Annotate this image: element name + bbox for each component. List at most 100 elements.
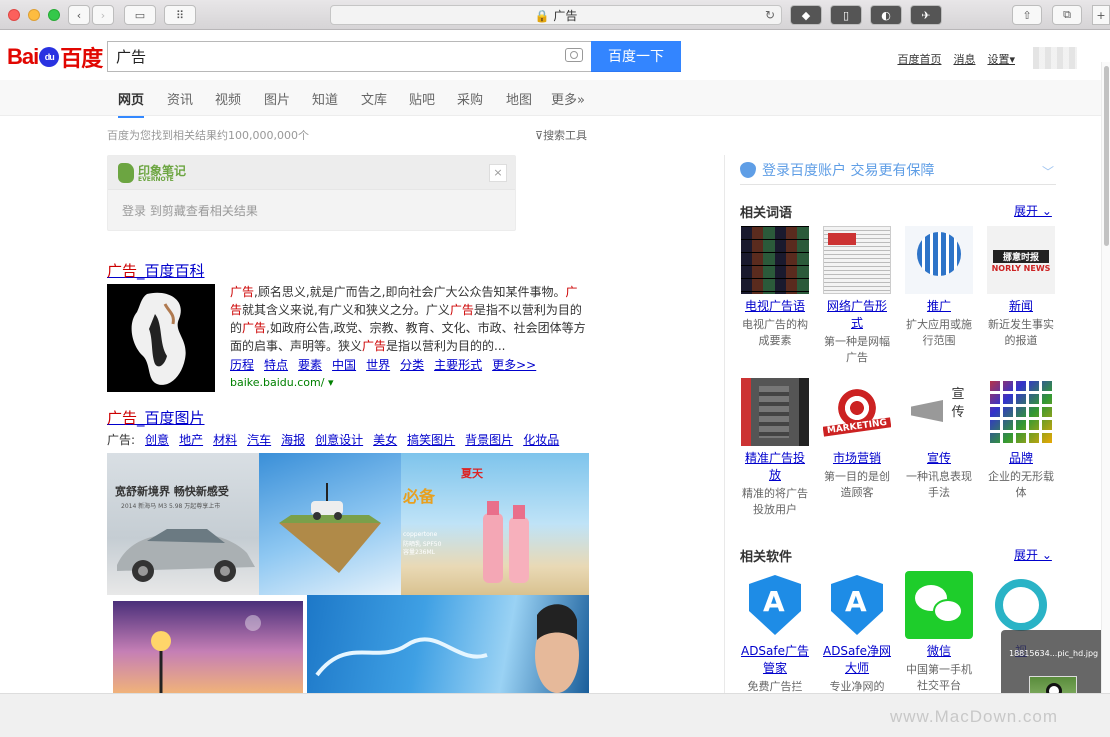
water-splash-image[interactable] — [307, 595, 589, 693]
related-word-card[interactable]: 挪意时报 NORLY NEWS 新闻 新近发生事实的报道 — [986, 226, 1056, 349]
related-software-card[interactable]: A ADSafe净网大师 专业净网的 — [822, 571, 892, 693]
kw-4: 广告 — [242, 321, 267, 335]
tag-background[interactable]: 背景图片 — [465, 431, 513, 448]
related-software-card[interactable]: 微信 中国第一手机社交平台 — [904, 571, 974, 693]
related-word-name[interactable]: 市场营销 — [822, 450, 892, 467]
sunscreen-ad-image[interactable]: 夏天 必备 coppertone 防晒乳 SPF50 容量236ML — [401, 453, 589, 595]
sublink-history[interactable]: 历程 — [230, 356, 254, 373]
expand-related-words[interactable]: 展开 ⌄ — [1014, 202, 1052, 219]
baidu-home-link[interactable]: 百度首页 — [897, 51, 941, 67]
login-banner[interactable]: 登录百度账户 交易更有保障 ﹀ — [740, 155, 1056, 185]
new-tab-button[interactable]: + — [1092, 5, 1110, 25]
related-word-name[interactable]: 宣传 — [904, 450, 974, 467]
baike-thumbnail[interactable] — [107, 284, 215, 392]
camera-icon[interactable] — [565, 48, 583, 62]
tab-images[interactable]: 图片 — [264, 89, 290, 108]
tag-material[interactable]: 材料 — [213, 431, 237, 448]
text-5: 是指以营利为目的的... — [386, 339, 506, 353]
sublink-world[interactable]: 世界 — [366, 356, 390, 373]
baidu-logo[interactable]: Bai du 百度 — [7, 41, 103, 73]
tabs-overview-button[interactable]: ⧉ — [1052, 5, 1082, 25]
extension-2-button[interactable]: ▯ — [830, 5, 862, 25]
lantern-image[interactable] — [113, 601, 303, 693]
logo-text-left: Bai — [7, 44, 39, 69]
sublink-category[interactable]: 分类 — [400, 356, 424, 373]
search-tools-button[interactable]: ⊽搜索工具 — [535, 127, 587, 143]
sublink-features[interactable]: 特点 — [264, 356, 288, 373]
tab-map[interactable]: 地图 — [506, 89, 532, 108]
reload-icon[interactable]: ↻ — [765, 8, 775, 22]
related-word-card[interactable]: 品牌 企业的无形载体 — [986, 378, 1056, 501]
extension-3-button[interactable]: ◐ — [870, 5, 902, 25]
tag-beauty[interactable]: 美女 — [373, 431, 397, 448]
page-scrollbar[interactable] — [1101, 62, 1110, 693]
sidebar-toggle-button[interactable]: ▭ — [124, 5, 156, 25]
tab-news[interactable]: 资讯 — [167, 89, 193, 108]
scrollbar-thumb[interactable] — [1104, 66, 1109, 246]
related-word-name[interactable]: 推广 — [904, 298, 974, 315]
tab-web[interactable]: 网页 — [118, 89, 145, 118]
software-desc: 专业净网的 — [829, 680, 885, 693]
software-name[interactable]: ADSafe广告管家 — [740, 643, 810, 677]
related-word-card[interactable]: 电视广告语 电视广告的构成要素 — [740, 226, 810, 349]
search-button[interactable]: 百度一下 — [591, 41, 681, 72]
car-ad-image[interactable]: 宽舒新境界 畅快新感受 2014 新海马 M3 5.98 万起尊享上市 — [107, 453, 259, 595]
tag-poster[interactable]: 海报 — [281, 431, 305, 448]
avatar[interactable] — [1033, 47, 1077, 69]
extension-1-button[interactable]: ◆ — [790, 5, 822, 25]
extension-4-button[interactable]: ✈ — [910, 5, 942, 25]
sublink-forms[interactable]: 主要形式 — [434, 356, 482, 373]
result-url[interactable]: baike.baidu.com/ ▾ — [230, 376, 333, 389]
software-name[interactable]: 微信 — [904, 643, 974, 660]
baike-sublinks: 历程 特点 要素 中国 世界 分类 主要形式 更多>> — [230, 356, 536, 373]
minimize-window-button[interactable] — [28, 9, 40, 21]
address-bar[interactable]: 🔒 广告 ↻ — [330, 5, 782, 25]
tab-tieba[interactable]: 贴吧 — [409, 89, 435, 108]
top-sites-button[interactable]: ⠿ — [164, 5, 196, 25]
messages-link[interactable]: 消息 — [953, 51, 975, 67]
maximize-window-button[interactable] — [48, 9, 60, 21]
settings-link[interactable]: 设置▾ — [987, 51, 1015, 67]
tag-funny[interactable]: 搞笑图片 — [407, 431, 455, 448]
marketing-thumbnail: MARKETING — [823, 378, 891, 446]
related-word-name[interactable]: 精准广告投放 — [740, 450, 810, 484]
back-button[interactable]: ‹ — [68, 5, 90, 25]
related-word-name[interactable]: 网络广告形式 — [822, 298, 892, 332]
result-title-images[interactable]: 广告_百度图片 — [107, 407, 205, 428]
related-word-name[interactable]: 品牌 — [986, 450, 1056, 467]
close-window-button[interactable] — [8, 9, 20, 21]
sublink-elements[interactable]: 要素 — [298, 356, 322, 373]
related-word-card[interactable]: 网络广告形式 第一种是网幅广告 — [822, 226, 892, 366]
tab-zhidao[interactable]: 知道 — [312, 89, 338, 108]
related-word-name[interactable]: 新闻 — [986, 298, 1056, 315]
tag-creative-design[interactable]: 创意设计 — [315, 431, 363, 448]
evernote-close-button[interactable]: × — [489, 164, 507, 182]
tab-more[interactable]: 更多» — [551, 89, 585, 108]
related-word-card[interactable]: MARKETING 市场营销 第一目的是创造顾客 — [822, 378, 892, 501]
sublink-china[interactable]: 中国 — [332, 356, 356, 373]
download-preview-overlay[interactable]: 18815634...pic_hd.jpg ⚙▾ — [1001, 630, 1110, 693]
search-input[interactable]: 广告 — [107, 41, 591, 72]
tab-wenku[interactable]: 文库 — [361, 89, 387, 108]
panda-thumbnail[interactable] — [1029, 676, 1077, 693]
related-software-card[interactable]: A ADSafe广告管家 免费广告拦 — [740, 571, 810, 693]
forward-button[interactable]: › — [92, 5, 114, 25]
result-title-baike[interactable]: 广告_百度百科 — [107, 260, 205, 281]
expand-related-software[interactable]: 展开 ⌄ — [1014, 546, 1052, 563]
related-word-card[interactable]: 推广 扩大应用或施行范围 — [904, 226, 974, 349]
tab-video[interactable]: 视频 — [215, 89, 241, 108]
tab-caigou[interactable]: 采购 — [457, 89, 483, 108]
related-word-card[interactable]: 宣传 宣传 一种讯息表现手法 — [904, 378, 974, 501]
sublink-more[interactable]: 更多>> — [492, 356, 536, 373]
tag-creative[interactable]: 创意 — [145, 431, 169, 448]
software-name[interactable]: ADSafe净网大师 — [822, 643, 892, 677]
share-button[interactable]: ⇧ — [1012, 5, 1042, 25]
related-word-card[interactable]: 精准广告投放 精准的将广告投放用户 — [740, 378, 810, 518]
related-word-name[interactable]: 电视广告语 — [740, 298, 810, 315]
floating-island-image[interactable] — [259, 453, 401, 595]
evernote-login-text[interactable]: 登录 到剪藏查看相关结果 — [108, 190, 515, 231]
news-logo-thumbnail: 挪意时报 NORLY NEWS — [987, 226, 1055, 294]
tag-cosmetics[interactable]: 化妆品 — [523, 431, 559, 448]
tag-car[interactable]: 汽车 — [247, 431, 271, 448]
tag-realestate[interactable]: 地产 — [179, 431, 203, 448]
